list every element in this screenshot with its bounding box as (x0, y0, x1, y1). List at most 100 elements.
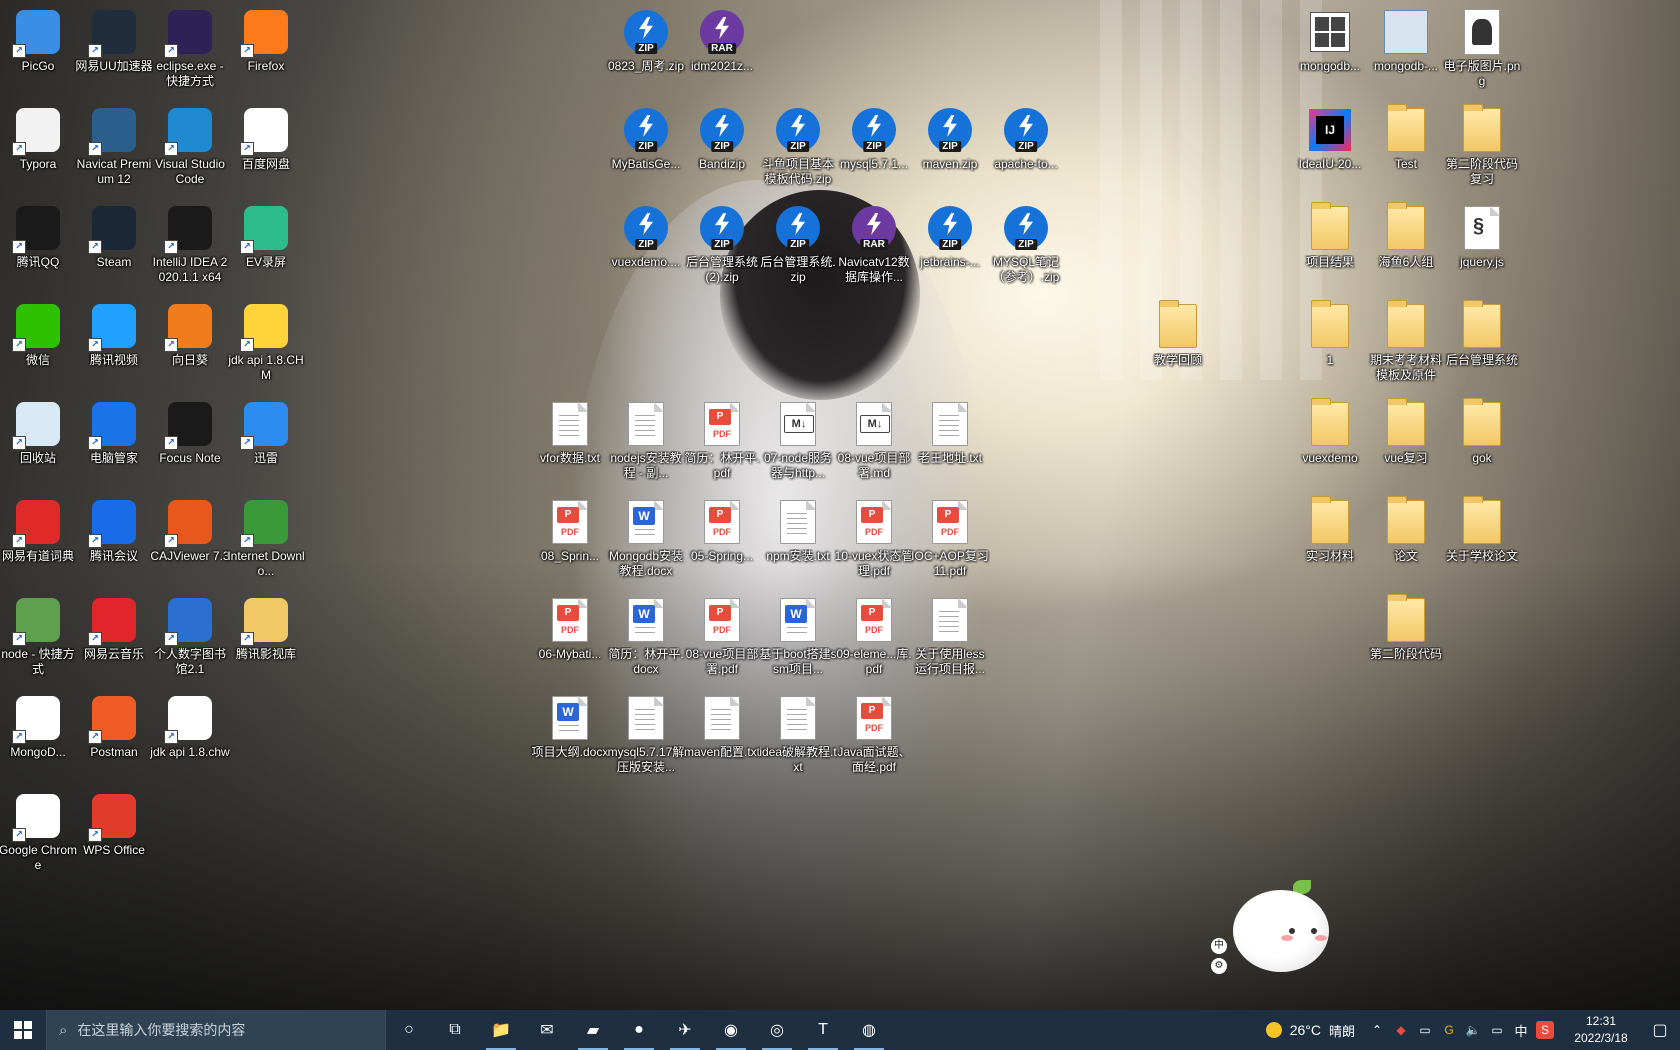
desktop-icon-folder-icon[interactable]: 第二阶段代码复习 (1444, 102, 1520, 190)
typora-taskbar-icon[interactable]: T (800, 1010, 846, 1050)
desktop-icon-md-file-icon[interactable]: M↓ 07-node服务器与http... (760, 396, 836, 484)
desktop-icon-folder-icon[interactable]: 后台管理系统 (1444, 298, 1520, 386)
desktop-icon-txt-file-icon[interactable]: mysql5.7.17解压版安装... (608, 690, 684, 778)
taskbar-search-input[interactable]: ⌕ 在这里输入你要搜索的内容 (46, 1010, 386, 1050)
desktop-icon-installer-icon[interactable]: mongodb-... (1368, 4, 1444, 92)
desktop-icon-folder-icon[interactable]: 海鱼6人组 (1368, 200, 1444, 288)
network-icon[interactable]: ▭ (1488, 1021, 1506, 1039)
desktop-icon-zip-archive-icon[interactable]: ZIP mysql5.7.1... (836, 102, 912, 190)
desktop-icon-sunflower-icon[interactable]: ↗ 向日葵 (152, 298, 228, 386)
desktop-icon-folder-icon[interactable]: Test (1368, 102, 1444, 190)
desktop-icon-tencent-meeting-icon[interactable]: ↗ 腾讯会议 (76, 494, 152, 582)
desktop-icon-netease-music-icon[interactable]: ↗ 网易云音乐 (76, 592, 152, 680)
desktop-icon-idm-icon[interactable]: ↗ Internet Downlo... (227, 494, 305, 582)
firefox-taskbar-icon[interactable]: ● (616, 1010, 662, 1050)
desktop-icon-js-icon[interactable]: § jquery.js (1444, 200, 1520, 288)
desktop-icon-eclipse-icon[interactable]: ↗ eclipse.exe - 快捷方式 (152, 4, 228, 92)
desktop-icon-zip-archive-icon[interactable]: ZIP vuexdemo.... (608, 200, 684, 288)
desktop-icon-docx-file-icon[interactable]: W 基于boot搭建ssm项目... (759, 592, 837, 680)
desktop-icon-navicat-icon[interactable]: ↗ Navicat Premium 12 (76, 102, 152, 190)
uu-taskbar-icon[interactable]: ◍ (846, 1010, 892, 1050)
desktop-icon-pdf-file-icon[interactable]: P PDF 08_Sprin... (532, 494, 608, 582)
desktop-icon-wps-icon[interactable]: ↗ WPS Office (76, 788, 152, 876)
desktop-icon-app-icon[interactable]: mongodb... (1292, 4, 1368, 92)
desktop-icon-pdf-file-icon[interactable]: P PDF 05-Spring... (684, 494, 760, 582)
desktop-icon-mongodb-icon[interactable]: ↗ MongoD... (0, 690, 76, 778)
desktop-icon-intellij-icon[interactable]: IJ IdeaIU-20... (1292, 102, 1368, 190)
desktop-icon-pdf-file-icon[interactable]: P PDF 简历：林开平.pdf (684, 396, 760, 484)
desktop-icon-txt-file-icon[interactable]: npm安装.txt (760, 494, 836, 582)
desktop-icon-folder-icon[interactable]: vuexdemo (1292, 396, 1368, 484)
xunlei-taskbar-icon[interactable]: ✈ (662, 1010, 708, 1050)
task-view-icon[interactable]: ⧉ (432, 1010, 478, 1050)
navicat-taskbar-icon[interactable]: ▰ (570, 1010, 616, 1050)
floating-ime-widget[interactable]: 中 ⚙ (1210, 938, 1228, 978)
desktop-icon-typora-icon[interactable]: ↗ Typora (0, 102, 76, 190)
desktop-icon-focus-note-icon[interactable]: ↗ Focus Note (152, 396, 228, 484)
desktop-icon-zip-archive-icon[interactable]: ZIP apache-to... (988, 102, 1064, 190)
desktop-icon-folder-icon[interactable]: 实习材料 (1292, 494, 1368, 582)
desktop-icon-nodejs-icon[interactable]: ↗ node - 快捷方式 (0, 592, 76, 680)
cortana-icon[interactable]: ○ (386, 1010, 432, 1050)
desktop-icon-zip-archive-icon[interactable]: ZIP 后台管理系统(2).zip (684, 200, 760, 288)
desktop-icon-uu-accelerator-icon[interactable]: ↗ 网易UU加速器 (75, 4, 153, 92)
desktop-icon-zip-archive-icon[interactable]: ZIP 0823_周考.zip (608, 4, 684, 92)
desktop-icon-digital-library-icon[interactable]: ↗ 个人数字图书馆2.1 (152, 592, 228, 680)
desktop-icon-chrome-icon[interactable]: ↗ Google Chrome (0, 788, 77, 876)
desktop-icon-pdf-file-icon[interactable]: P PDF 09-eleme...库.pdf (836, 592, 912, 680)
desktop-icon-folder-icon[interactable]: 第二阶段代码 (1368, 592, 1444, 680)
start-button[interactable] (0, 1010, 46, 1050)
desktop-icon-docx-file-icon[interactable]: W Mongodb安装教程.docx (608, 494, 684, 582)
desktop-icon-txt-file-icon[interactable]: maven配置.txt (684, 690, 760, 778)
desktop-icon-zip-archive-icon[interactable]: ZIP maven.zip (912, 102, 988, 190)
desktop-icon-recycle-bin-icon[interactable]: ↗ 回收站 (0, 396, 76, 484)
floating-ime-settings-icon[interactable]: ⚙ (1211, 958, 1227, 974)
desktop-icon-zip-archive-icon[interactable]: ZIP jetbrains-... (912, 200, 988, 288)
desktop-icon-picgo-icon[interactable]: ↗ PicGo (0, 4, 76, 92)
desktop-icon-txt-file-icon[interactable]: idea破解教程.txt (759, 690, 837, 778)
desktop-icon-pdf-file-icon[interactable]: P PDF 06-Mybati... (532, 592, 608, 680)
desktop-icon-xunlei-icon[interactable]: ↗ 迅雷 (228, 396, 304, 484)
desktop-icon-baidu-netdisk-icon[interactable]: ↗ 百度网盘 (228, 102, 304, 190)
desktop-icon-youdao-icon[interactable]: ↗ 网易有道词典 (0, 494, 76, 582)
desktop-icon-pc-manager-icon[interactable]: ↗ 电脑管家 (76, 396, 152, 484)
desktop-icon-postman-icon[interactable]: ↗ Postman (76, 690, 152, 778)
desktop-icon-zip-archive-icon[interactable]: ZIP MyBatisGe... (608, 102, 684, 190)
sogou-ime-icon[interactable]: S (1536, 1021, 1554, 1039)
file-explorer-icon[interactable]: 📁 (478, 1010, 524, 1050)
google-tray-icon[interactable]: G (1440, 1021, 1458, 1039)
desktop-icon-rar-archive-icon[interactable]: RAR Navicatv12数据库操作... (836, 200, 912, 288)
desktop-icon-folder-icon[interactable]: gok (1444, 396, 1520, 484)
desktop-icon-pdf-file-icon[interactable]: P PDF Java面试题、面经.pdf (836, 690, 912, 778)
desktop-icon-docx-file-icon[interactable]: W 项目大纲.docx (532, 690, 608, 778)
desktop-icon-cajviewer-icon[interactable]: ↗ CAJViewer 7.3 (150, 494, 230, 582)
desktop-pet[interactable] (1233, 880, 1333, 980)
taskbar-clock[interactable]: 12:31 2022/3/18 (1562, 1013, 1640, 1047)
desktop-icon-zip-archive-icon[interactable]: ZIP 后台管理系统.zip (760, 200, 836, 288)
desktop-icon-folder-icon[interactable]: 项目结果 (1292, 200, 1368, 288)
desktop-icon-tencent-video-icon[interactable]: ↗ 腾讯视频 (76, 298, 152, 386)
desktop-icon-pdf-file-icon[interactable]: P PDF IOC+AOP复习11.pdf (911, 494, 989, 582)
desktop-icon-folder-icon[interactable]: 1 (1292, 298, 1368, 386)
desktop-icon-ev-recorder-icon[interactable]: ↗ EV录屏 (228, 200, 304, 288)
ime-indicator[interactable]: 中 (1512, 1021, 1530, 1039)
desktop-icon-wechat-icon[interactable]: ↗ 微信 (0, 298, 76, 386)
desktop-icon-zip-archive-icon[interactable]: ZIP 斗鱼项目基本模板代码.zip (760, 102, 836, 190)
desktop-icon-txt-file-icon[interactable]: 关于使用less运行项目报... (912, 592, 988, 680)
desktop-icon-txt-file-icon[interactable]: 老王地址.txt (912, 396, 988, 484)
battery-icon[interactable]: ▭ (1416, 1021, 1434, 1039)
desktop-icon-zip-archive-icon[interactable]: ZIP Bandizip (684, 102, 760, 190)
show-hidden-icons-chevron-icon[interactable]: ⌃ (1368, 1021, 1386, 1039)
volume-icon[interactable]: 🔈 (1464, 1021, 1482, 1039)
desktop-icon-docx-file-icon[interactable]: W 简历：林开平.docx (608, 592, 684, 680)
desktop-icon-folder-icon[interactable]: vue复习 (1368, 396, 1444, 484)
desktop-icon-zip-archive-icon[interactable]: ZIP MYSQL笔记（参考）.zip (988, 200, 1064, 288)
desktop-icon-image-icon[interactable]: 电子版图片.png (1444, 4, 1520, 92)
desktop-icon-firefox-icon[interactable]: ↗ Firefox (228, 4, 304, 92)
desktop-icon-pdf-file-icon[interactable]: P PDF 10-vuex状态管理.pdf (835, 494, 913, 582)
desktop-icon-chm-help-icon[interactable]: ↗ jdk api 1.8.CHM (228, 298, 304, 386)
desktop-icon-vscode-icon[interactable]: ↗ Visual Studio Code (152, 102, 228, 190)
desktop-icon-folder-icon[interactable]: 论文 (1368, 494, 1444, 582)
desktop-icon-folder-icon[interactable]: 期末考考材料模板及原件 (1368, 298, 1444, 386)
chrome-taskbar-icon[interactable]: ◎ (754, 1010, 800, 1050)
